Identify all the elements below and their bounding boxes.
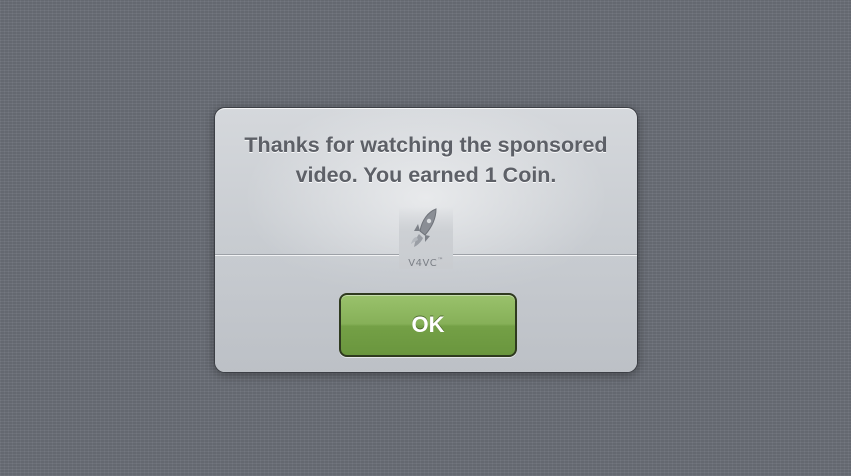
reward-message: Thanks for watching the sponsored video.… — [244, 133, 608, 187]
brand-badge: V4VC™ — [215, 207, 637, 274]
ok-button-label: OK — [411, 312, 445, 337]
brand-logo: V4VC™ — [399, 207, 453, 269]
rocket-icon — [411, 208, 437, 247]
brand-label: V4VC™ — [408, 257, 444, 269]
ok-button[interactable]: OK — [339, 293, 517, 357]
trademark-mark: ™ — [437, 257, 444, 264]
reward-dialog: Thanks for watching the sponsored video.… — [214, 107, 638, 373]
